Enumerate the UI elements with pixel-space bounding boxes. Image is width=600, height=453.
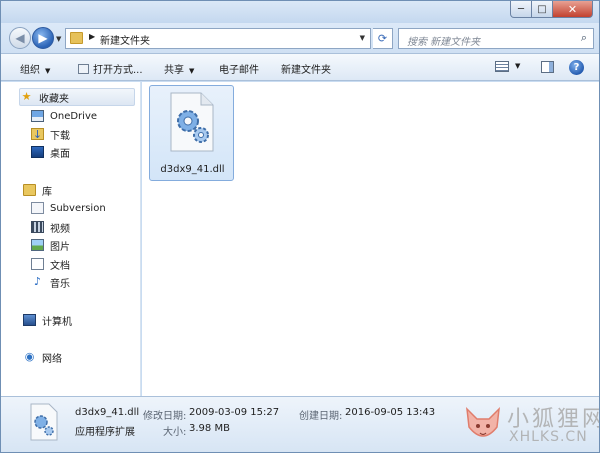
nav-item-label: 桌面 — [50, 148, 70, 160]
view-options-dropdown[interactable]: ▼ — [515, 62, 520, 70]
back-button[interactable]: ◀ — [9, 27, 31, 49]
nav-item-label: 文档 — [50, 260, 70, 272]
open-with-icon — [78, 64, 89, 74]
nav-item-video[interactable]: 视频 — [31, 218, 70, 236]
breadcrumb-separator-icon[interactable]: ▶ — [89, 32, 95, 41]
address-bar[interactable]: ▶ 新建文件夹 ▼ — [65, 28, 371, 49]
size-label: 大小: — [163, 427, 187, 438]
share-menu[interactable]: 共享 ▼ — [164, 61, 194, 76]
subversion-icon — [31, 202, 44, 214]
organize-menu[interactable]: 组织 ▼ — [20, 61, 50, 76]
details-filename: d3dx9_41.dll — [75, 407, 140, 418]
file-name[interactable]: d3dx9_41.dll — [150, 164, 235, 175]
share-label: 共享 — [164, 65, 184, 76]
nav-libraries-label: 库 — [42, 186, 52, 198]
breadcrumb-current-folder[interactable]: 新建文件夹 — [100, 32, 150, 47]
explorer-window: ─ □ ✕ ◀ ▶ ▼ ▶ 新建文件夹 ▼ ⟳ 搜索 新建文件夹 ⌕ 组织 ▼ 打… — [0, 0, 600, 453]
fox-logo-icon — [466, 406, 500, 437]
nav-libraries[interactable]: 库 — [23, 181, 52, 199]
email-button[interactable]: 电子邮件 — [219, 61, 259, 76]
title-bar: ─ □ ✕ — [1, 1, 599, 23]
forward-button[interactable]: ▶ — [32, 27, 54, 49]
nav-network[interactable]: ◉ 网络 — [23, 348, 62, 366]
search-icon[interactable]: ⌕ — [581, 31, 587, 45]
chevron-down-icon: ▼ — [45, 67, 51, 75]
refresh-button[interactable]: ⟳ — [373, 28, 393, 49]
nav-item-downloads[interactable]: ↓ 下载 — [31, 125, 70, 143]
open-with-label: 打开方式... — [93, 65, 143, 76]
picture-icon — [31, 239, 44, 251]
nav-item-subversion[interactable]: Subversion — [31, 199, 106, 217]
desktop-icon — [31, 146, 44, 158]
details-filetype: 应用程序扩展 — [75, 427, 135, 438]
created-date-value: 2016-09-05 13:43 — [345, 407, 436, 418]
preview-pane-icon[interactable] — [541, 61, 554, 73]
file-item[interactable]: d3dx9_41.dll — [149, 85, 234, 181]
document-icon — [31, 258, 44, 270]
onedrive-icon — [31, 110, 44, 122]
library-folder-icon — [23, 184, 36, 196]
new-folder-button[interactable]: 新建文件夹 — [281, 61, 331, 76]
organize-label: 组织 — [20, 65, 40, 76]
nav-item-label: OneDrive — [50, 110, 98, 122]
network-icon: ◉ — [24, 350, 35, 363]
nav-item-label: 音乐 — [50, 278, 70, 290]
nav-favorites-label: 收藏夹 — [39, 93, 69, 105]
dll-gear-file-icon — [30, 403, 58, 441]
modified-date-value: 2009-03-09 15:27 — [189, 407, 280, 418]
nav-computer-label: 计算机 — [42, 316, 72, 328]
address-history-dropdown[interactable]: ▼ — [360, 34, 365, 42]
size-value: 3.98 MB — [189, 423, 230, 434]
file-list: d3dx9_41.dll — [142, 82, 599, 396]
nav-item-label: 图片 — [50, 241, 70, 253]
computer-icon — [23, 314, 36, 326]
help-icon[interactable]: ? — [569, 60, 584, 75]
nav-item-documents[interactable]: 文档 — [31, 255, 70, 273]
command-bar: 组织 ▼ 打开方式... 共享 ▼ 电子邮件 新建文件夹 ▼ ? — [1, 53, 599, 81]
close-button[interactable]: ✕ — [553, 1, 593, 18]
watermark-domain: XHLKS.CN — [509, 429, 588, 445]
caption-buttons: ─ □ ✕ — [510, 1, 593, 18]
nav-item-label: 下载 — [50, 130, 70, 142]
nav-item-music[interactable]: ♪ 音乐 — [31, 273, 70, 291]
nav-computer[interactable]: 计算机 — [23, 311, 72, 329]
nav-network-label: 网络 — [42, 353, 62, 365]
navigation-pane: ★ 收藏夹 OneDrive ↓ 下载 桌面 库 Subversion 视频 图片 … — [1, 82, 141, 396]
nav-item-desktop[interactable]: 桌面 — [31, 143, 70, 161]
nav-item-label: 视频 — [50, 223, 70, 235]
details-pane: d3dx9_41.dll 应用程序扩展 修改日期: 2009-03-09 15:… — [1, 396, 599, 452]
change-view-icon[interactable] — [495, 61, 509, 72]
created-date-label: 创建日期: — [299, 411, 343, 422]
minimize-button[interactable]: ─ — [510, 1, 532, 18]
open-with-button[interactable]: 打开方式... — [78, 61, 143, 76]
star-icon: ★ — [21, 90, 32, 103]
maximize-button[interactable]: □ — [532, 1, 553, 18]
search-placeholder: 搜索 新建文件夹 — [407, 37, 481, 48]
download-icon: ↓ — [31, 128, 44, 141]
search-input[interactable]: 搜索 新建文件夹 ⌕ — [398, 28, 594, 49]
nav-item-onedrive[interactable]: OneDrive — [31, 107, 97, 125]
recent-pages-dropdown[interactable]: ▼ — [56, 35, 61, 43]
modified-date-label: 修改日期: — [143, 411, 187, 422]
video-icon — [31, 221, 44, 233]
address-row: ◀ ▶ ▼ ▶ 新建文件夹 ▼ ⟳ 搜索 新建文件夹 ⌕ — [1, 23, 599, 53]
music-icon: ♪ — [33, 275, 42, 288]
chevron-down-icon: ▼ — [189, 67, 195, 75]
nav-favorites[interactable]: ★ 收藏夹 — [19, 88, 135, 106]
nav-item-label: Subversion — [50, 202, 106, 214]
folder-icon — [70, 32, 83, 44]
nav-item-pictures[interactable]: 图片 — [31, 236, 70, 254]
dll-gear-file-icon — [170, 92, 214, 152]
